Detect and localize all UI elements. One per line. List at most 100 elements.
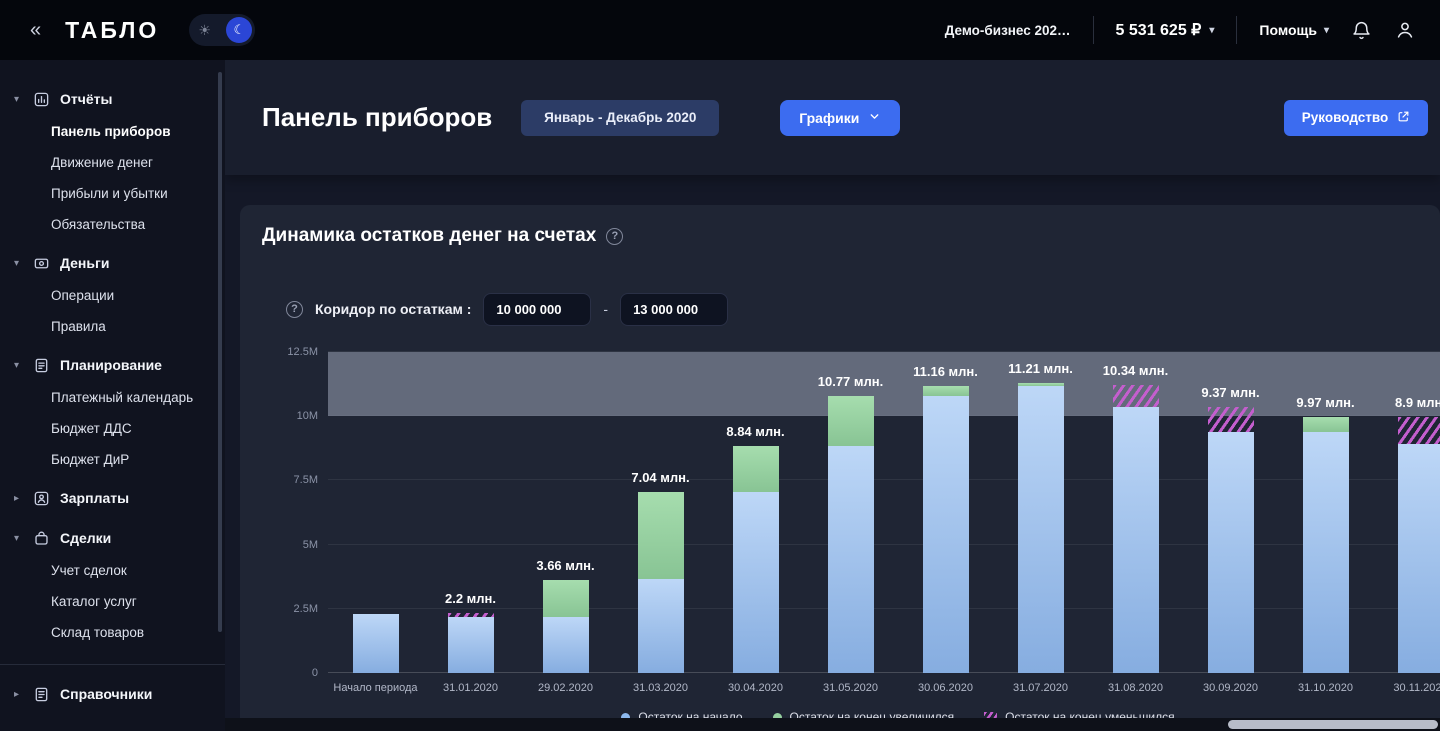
bar-start-segment	[733, 492, 779, 673]
x-axis-label: 31.05.2020	[803, 682, 898, 694]
main-content: Панель приборов Январь - Декабрь 2020 Гр…	[225, 60, 1440, 731]
money-icon	[33, 254, 51, 272]
sidebar-item-budget-dir[interactable]: Бюджет ДиР	[0, 444, 225, 475]
bar-increase-segment	[733, 446, 779, 492]
sidebar-section-label: Зарплаты	[60, 490, 129, 506]
chart-bar-group[interactable]: 11.21 млн.	[993, 352, 1088, 673]
app-window: « ТАБЛО ☀ ☾ Демо-бизнес 202… 5 531 625 ₽…	[0, 0, 1440, 731]
x-axis-label: 30.11.2020	[1373, 682, 1440, 694]
chart-bar-group[interactable]: 3.66 млн.	[518, 352, 613, 673]
bar-start-segment	[923, 396, 969, 673]
directory-icon	[33, 685, 51, 703]
sidebar-section-directories[interactable]: ▸Справочники	[0, 677, 225, 711]
charts-dropdown-button[interactable]: Графики	[780, 100, 900, 136]
y-axis-label: 5M	[303, 539, 318, 551]
bar-increase-segment	[1303, 417, 1349, 432]
card-title: Динамика остатков денег на счетах	[262, 225, 596, 247]
corridor-min-input[interactable]	[483, 293, 591, 326]
sidebar-section-money[interactable]: ▾Деньги	[0, 246, 225, 280]
x-axis-label: 31.03.2020	[613, 682, 708, 694]
sidebar-item-operations[interactable]: Операции	[0, 280, 225, 311]
x-axis-label: Начало периода	[328, 682, 423, 694]
bar-start-segment	[828, 446, 874, 673]
x-axis-label: 31.08.2020	[1088, 682, 1183, 694]
balance-dropdown[interactable]: 5 531 625 ₽ ▾	[1116, 20, 1215, 40]
corridor-max-input[interactable]	[620, 293, 728, 326]
chart-bar-group[interactable]: 10.77 млн.	[803, 352, 898, 673]
horizontal-scrollbar-track[interactable]	[225, 718, 1440, 731]
help-circle-icon[interactable]: ?	[606, 228, 623, 245]
chevron-down-icon	[868, 110, 881, 126]
user-icon	[1394, 19, 1416, 41]
sidebar-item-services-catalog[interactable]: Каталог услуг	[0, 586, 225, 617]
sidebar-item-rules[interactable]: Правила	[0, 311, 225, 342]
sidebar-item-cash-flow[interactable]: Движение денег	[0, 147, 225, 178]
sidebar-item-budget-dds[interactable]: Бюджет ДДС	[0, 413, 225, 444]
corridor-dash: -	[603, 301, 608, 317]
chart-bar-group[interactable]: 7.04 млн.	[613, 352, 708, 673]
company-name[interactable]: Демо-бизнес 202…	[945, 23, 1071, 38]
sidebar-item-liabilities[interactable]: Обязательства	[0, 209, 225, 240]
bar-start-segment	[1018, 386, 1064, 673]
sidebar-scrollbar[interactable]	[218, 72, 222, 632]
sidebar-nav: ▾ Отчёты Панель приборовДвижение денегПриб…	[0, 82, 225, 711]
bar-decrease-segment	[448, 613, 494, 617]
chevron-down-icon: ▾	[14, 533, 24, 544]
chart-bar-group[interactable]: 2.2 млн.	[423, 352, 518, 673]
user-profile-button[interactable]	[1394, 19, 1416, 41]
x-axis-label: 31.07.2020	[993, 682, 1088, 694]
bar-start-segment	[638, 579, 684, 673]
sidebar-section-reports[interactable]: ▾ Отчёты	[0, 82, 225, 116]
x-axis-label: 30.04.2020	[708, 682, 803, 694]
bar-decrease-segment	[1398, 417, 1440, 444]
sidebar-item-deals-accounting[interactable]: Учет сделок	[0, 555, 225, 586]
sidebar-item-goods-warehouse[interactable]: Склад товаров	[0, 617, 225, 648]
bar-start-segment	[1113, 407, 1159, 673]
chart-bar-group[interactable]	[328, 352, 423, 673]
help-circle-icon[interactable]: ?	[286, 301, 303, 318]
period-selector-button[interactable]: Январь - Декабрь 2020	[521, 100, 719, 136]
bar-start-segment	[543, 617, 589, 673]
chart-bar-group[interactable]: 8.84 млн.	[708, 352, 803, 673]
bar-value-label: 2.2 млн.	[406, 591, 536, 606]
chart-bar-group[interactable]: 11.16 млн.	[898, 352, 993, 673]
light-theme-icon[interactable]: ☀	[198, 22, 211, 39]
chart-bar-group[interactable]: 10.34 млн.	[1088, 352, 1183, 673]
sidebar-item-payment-calendar[interactable]: Платежный календарь	[0, 382, 225, 413]
horizontal-scrollbar-thumb[interactable]	[1228, 720, 1438, 729]
x-axis-label: 31.01.2020	[423, 682, 518, 694]
chevron-right-icon: ▸	[14, 689, 24, 700]
y-axis-label: 7.5M	[294, 474, 318, 486]
y-axis-label: 0	[312, 667, 318, 679]
help-label: Помощь	[1259, 22, 1317, 38]
bar-start-segment	[1398, 444, 1440, 673]
bar-start-segment	[448, 617, 494, 673]
bell-icon	[1351, 20, 1372, 41]
theme-toggle[interactable]: ☀ ☾	[189, 14, 255, 46]
chart-y-axis: 02.5M5M7.5M10M12.5M	[262, 352, 328, 673]
bar-value-label: 3.66 млн.	[501, 558, 631, 573]
sidebar-section-deals[interactable]: ▾Сделки	[0, 521, 225, 555]
bar-decrease-segment	[1113, 385, 1159, 407]
sidebar-section-label: Отчёты	[60, 91, 112, 107]
help-menu[interactable]: Помощь ▾	[1259, 22, 1329, 38]
bar-increase-segment	[543, 580, 589, 617]
dark-theme-icon[interactable]: ☾	[226, 17, 252, 43]
chevron-down-icon: ▾	[14, 94, 24, 105]
y-axis-label: 12.5M	[287, 346, 318, 358]
sidebar-collapse-button[interactable]: «	[24, 15, 47, 46]
sidebar-section-planning[interactable]: ▾Планирование	[0, 348, 225, 382]
sidebar-item-profit-loss[interactable]: Прибыли и убытки	[0, 178, 225, 209]
y-axis-label: 2.5M	[294, 603, 318, 615]
chevron-down-icon: ▾	[1209, 25, 1214, 36]
guide-button[interactable]: Руководство	[1284, 100, 1428, 136]
sidebar-item-dashboard[interactable]: Панель приборов	[0, 116, 225, 147]
x-axis-label: 30.09.2020	[1183, 682, 1278, 694]
chart-bar-group[interactable]: 8.9 млн.	[1373, 352, 1440, 673]
sidebar: ▾ Отчёты Панель приборовДвижение денегПриб…	[0, 60, 225, 731]
notifications-button[interactable]	[1351, 20, 1372, 41]
x-axis-label: 29.02.2020	[518, 682, 613, 694]
app-logo: ТАБЛО	[65, 17, 159, 44]
bar-increase-segment	[638, 492, 684, 579]
sidebar-section-salaries[interactable]: ▸Зарплаты	[0, 481, 225, 515]
